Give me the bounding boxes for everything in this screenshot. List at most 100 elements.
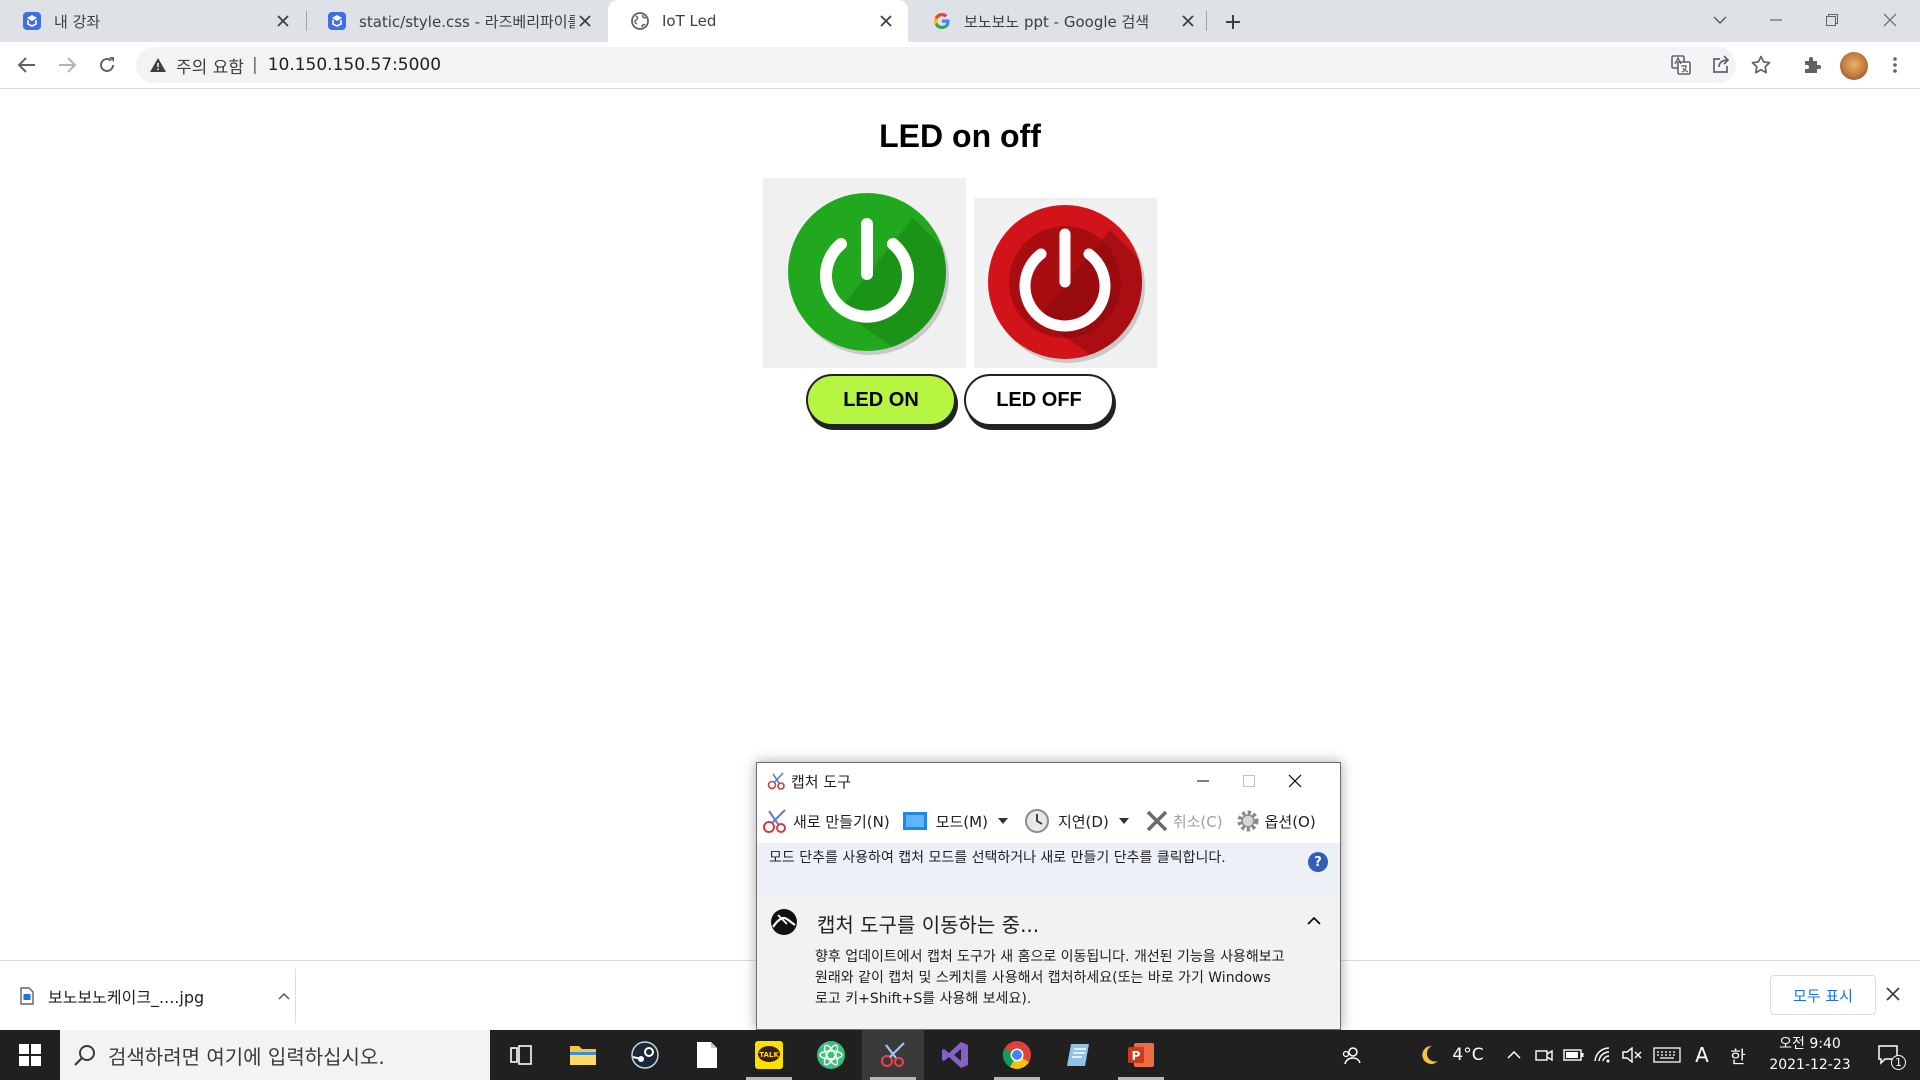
page-heading: LED on off (879, 118, 1041, 154)
scissors-icon (767, 771, 787, 791)
system-clock[interactable]: 오전 9:40 2021-12-23 (1760, 1034, 1860, 1076)
close-icon[interactable] (273, 11, 293, 31)
new-snip-button[interactable]: 새로 만들기(N) (761, 807, 890, 835)
move-notice-panel: 캡처 도구를 이동하는 중... 향후 업데이트에서 캡처 도구가 새 홈으로 … (757, 895, 1340, 1029)
mode-button[interactable]: 모드(M) (902, 810, 1012, 832)
show-all-downloads-button[interactable]: 모두 표시 (1770, 975, 1876, 1015)
tab-search-chevron-down-icon[interactable] (1690, 0, 1750, 40)
snipping-toolbar: 새로 만들기(N) 모드(M) 지연(D) 취소(C) 옵션(O) (757, 799, 1340, 843)
download-file-name: 보노보노케이크_....jpg (48, 988, 205, 1007)
help-icon[interactable]: ? (1308, 852, 1328, 872)
delay-button[interactable]: 지연(D) (1024, 808, 1133, 834)
close-icon[interactable] (575, 11, 595, 31)
address-divider: | (251, 55, 258, 75)
taskbar: 검색하려면 여기에 입력하십시오. TALK P 4°C A 한 오전 9:40… (0, 1030, 1920, 1080)
tab-title: 보노보노 ppt - Google 검색 (964, 12, 1150, 31)
tab-style-css[interactable]: static/style.css - 라즈베리파이를 (305, 0, 607, 42)
security-label[interactable]: 주의 요함 (176, 53, 244, 78)
tab-my-courses[interactable]: 내 강좌 (0, 0, 305, 42)
led-on-button[interactable]: LED ON (806, 374, 956, 426)
tab-google-search[interactable]: 보노보노 ppt - Google 검색 (910, 0, 1210, 42)
extensions-puzzle-icon[interactable] (1797, 50, 1827, 80)
task-view-icon[interactable] (490, 1030, 552, 1080)
snipping-tool-title: 캡처 도구 (791, 772, 851, 791)
visual-studio-icon[interactable] (924, 1030, 986, 1080)
power-on-image[interactable] (763, 178, 966, 368)
collapse-chevron-up-icon[interactable] (1307, 917, 1321, 925)
windows-start-icon[interactable] (0, 1030, 60, 1080)
translate-icon[interactable] (1666, 50, 1696, 80)
browser-toolbar: 주의 요함 | 10.150.150.57:5000 (0, 42, 1920, 89)
new-tab-button[interactable] (1220, 9, 1246, 35)
snipping-info-bar: 모드 단추를 사용하여 캡처 모드를 선택하거나 새로 만들기 단추를 클릭합니… (757, 843, 1340, 895)
address-bar[interactable]: 주의 요함 | 10.150.150.57:5000 (136, 47, 1736, 83)
move-notice-body: 향후 업데이트에서 캡처 도구가 새 홈으로 이동됩니다. 개선된 기능을 사용… (815, 949, 1285, 1007)
forward-arrow-icon[interactable] (52, 50, 82, 80)
profile-avatar[interactable] (1840, 52, 1868, 80)
classroom-favicon-icon (22, 11, 42, 31)
back-arrow-icon[interactable] (12, 50, 42, 80)
url-text[interactable]: 10.150.150.57:5000 (268, 55, 441, 75)
rectangle-mode-icon (902, 812, 927, 830)
close-icon[interactable] (876, 11, 896, 31)
bookmark-star-icon[interactable] (1746, 50, 1776, 80)
atom-icon[interactable] (800, 1030, 862, 1080)
close-icon[interactable] (1178, 11, 1198, 31)
new-snip-scissors-icon (763, 809, 786, 833)
minimize-icon[interactable] (1746, 0, 1806, 40)
svg-text:TALK: TALK (759, 1051, 779, 1059)
notepad-app-icon[interactable] (1048, 1030, 1110, 1080)
clock-time: 오전 9:40 (1779, 1036, 1841, 1052)
weather-temperature[interactable]: 4°C (1446, 1030, 1490, 1080)
ime-mode-indicator[interactable]: A (1688, 1030, 1716, 1080)
chevron-up-icon[interactable] (278, 992, 290, 1000)
classroom-favicon-icon (327, 11, 347, 31)
file-explorer-icon[interactable] (552, 1030, 614, 1080)
close-download-bar-icon[interactable] (1886, 987, 1900, 1001)
gear-icon (1237, 810, 1259, 832)
search-placeholder: 검색하려면 여기에 입력하십시오. (108, 1044, 385, 1069)
clock-date: 2021-12-23 (1769, 1057, 1851, 1073)
download-divider (295, 969, 296, 1023)
snip-close-icon[interactable] (1272, 763, 1318, 799)
battery-icon[interactable] (1560, 1030, 1588, 1080)
share-icon[interactable] (1706, 50, 1736, 80)
cancel-x-icon (1146, 810, 1168, 832)
search-icon (74, 1044, 96, 1066)
people-icon[interactable] (1336, 1030, 1366, 1080)
tab-title: IoT Led (662, 12, 717, 30)
weather-moon-icon[interactable] (1414, 1030, 1444, 1080)
wifi-icon[interactable] (1590, 1030, 1618, 1080)
menu-kebab-icon[interactable] (1880, 50, 1910, 80)
options-button[interactable]: 옵션(O) (1235, 808, 1316, 834)
download-item[interactable]: 보노보노케이크_....jpg (20, 975, 290, 1017)
powerpoint-icon[interactable]: P (1110, 1030, 1172, 1080)
notification-center-icon[interactable]: 1 (1866, 1030, 1912, 1080)
ime-language-indicator[interactable]: 한 (1724, 1030, 1752, 1080)
chrome-icon[interactable] (986, 1030, 1048, 1080)
meet-camera-icon[interactable] (1530, 1030, 1558, 1080)
window-close-icon[interactable] (1860, 0, 1920, 40)
tab-iot-led[interactable]: IoT Led (608, 0, 908, 42)
tab-strip: 내 강좌 static/style.css - 라즈베리파이를 IoT Led … (0, 0, 1920, 42)
cancel-button[interactable]: 취소(C) (1145, 809, 1223, 833)
chevron-down-icon (1118, 818, 1129, 824)
notification-count: 1 (1891, 1055, 1906, 1070)
touch-keyboard-icon[interactable] (1650, 1030, 1684, 1080)
tray-chevron-up-icon[interactable] (1500, 1030, 1528, 1080)
snipping-tool-taskbar-icon[interactable] (862, 1030, 924, 1080)
snip-minimize-icon[interactable] (1180, 763, 1226, 799)
move-notice-title: 캡처 도구를 이동하는 중... (817, 913, 1040, 937)
steam-icon[interactable] (614, 1030, 676, 1080)
led-off-button[interactable]: LED OFF (964, 374, 1114, 426)
taskbar-search-box[interactable]: 검색하려면 여기에 입력하십시오. (60, 1030, 490, 1080)
restore-icon[interactable] (1802, 0, 1862, 40)
blank-document-icon[interactable] (676, 1030, 738, 1080)
volume-muted-icon[interactable] (1618, 1030, 1646, 1080)
snip-maximize-icon[interactable] (1226, 763, 1272, 799)
reload-icon[interactable] (92, 50, 122, 80)
kakaotalk-icon[interactable]: TALK (738, 1030, 800, 1080)
power-off-image[interactable] (974, 198, 1157, 368)
clock-icon (1024, 809, 1049, 833)
warning-triangle-icon[interactable] (150, 58, 166, 72)
